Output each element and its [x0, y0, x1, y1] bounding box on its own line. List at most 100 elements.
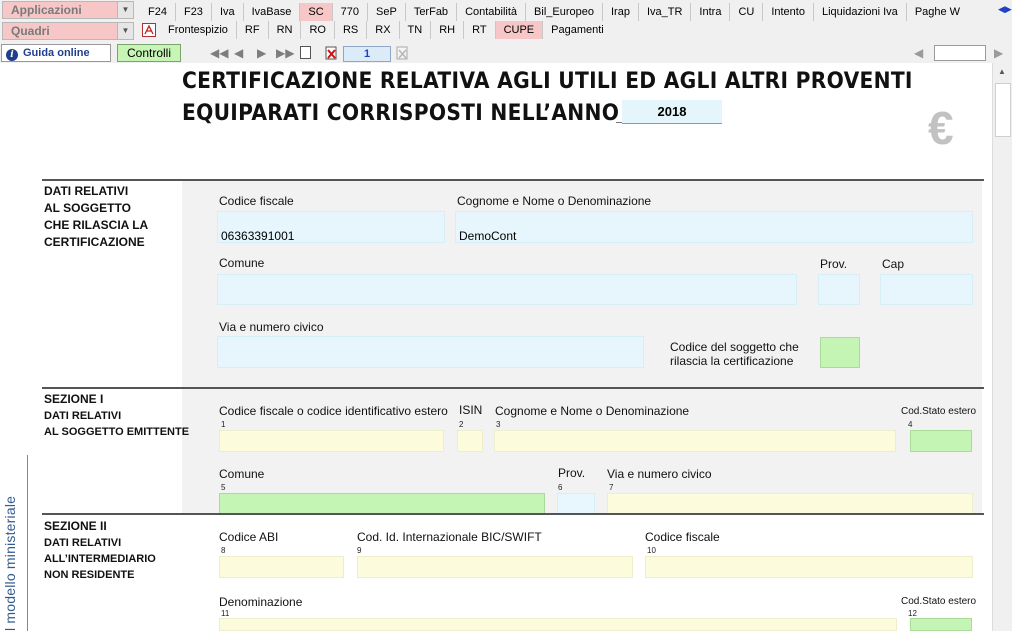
tab-770[interactable]: 770 — [333, 3, 369, 21]
sez2-cf-field[interactable] — [645, 556, 973, 578]
field-number: 10 — [647, 546, 656, 555]
tab-tn[interactable]: TN — [400, 21, 432, 39]
sezione2-title: SEZIONE II — [44, 519, 107, 533]
first-page-icon[interactable]: ◀◀ — [210, 46, 228, 60]
tab-irap[interactable]: Irap — [603, 3, 639, 21]
cognome-field[interactable]: DemoCont — [455, 211, 973, 243]
tab-f23[interactable]: F23 — [176, 3, 212, 21]
sez1-cod-stato-field[interactable] — [910, 430, 972, 452]
tab-liquidazioni-iva[interactable]: Liquidazioni Iva — [814, 3, 907, 21]
tab-rx[interactable]: RX — [367, 21, 400, 39]
soggetto-section-label: DATI RELATIVI AL SOGGETTO CHE RILASCIA L… — [44, 183, 148, 251]
tab-sep[interactable]: SeP — [368, 3, 406, 21]
codice-fiscale-field[interactable]: 06363391001 — [217, 211, 445, 243]
tab-intra[interactable]: Intra — [691, 3, 731, 21]
tab-rf[interactable]: RF — [237, 21, 269, 39]
comune-field[interactable] — [217, 274, 797, 305]
scroll-right-icon[interactable]: ▶ — [994, 46, 1003, 60]
field-number: 5 — [221, 483, 226, 492]
codice-soggetto-label-2: rilascia la certificazione — [670, 354, 794, 368]
previous-page-icon[interactable]: ◀ — [234, 46, 243, 60]
controlli-button[interactable]: Controlli — [117, 44, 181, 62]
via-field[interactable] — [217, 336, 644, 368]
page-number-field[interactable]: 1 — [343, 46, 391, 62]
sez2-cod-stato-field[interactable] — [910, 618, 972, 631]
sez1-prov-field[interactable] — [557, 493, 595, 514]
prov-label: Prov. — [820, 257, 848, 271]
tab-contabilita[interactable]: Contabilità — [457, 3, 527, 21]
denominazione-label: Denominazione — [219, 595, 303, 609]
tab-paghe[interactable]: Paghe W — [907, 3, 968, 21]
scroll-up-icon[interactable]: ▲ — [998, 67, 1006, 76]
tab-rt[interactable]: RT — [464, 21, 496, 39]
field-number: 4 — [908, 420, 913, 429]
soggetto-label-line: DATI RELATIVI — [44, 184, 129, 198]
title-line-1: CERTIFICAZIONE RELATIVA AGLI UTILI ED AG… — [182, 69, 913, 94]
pdf-icon[interactable] — [142, 23, 156, 37]
tab-intento[interactable]: Intento — [763, 3, 814, 21]
abi-field[interactable] — [219, 556, 344, 578]
quadri-select[interactable]: Quadri ▼ — [2, 22, 134, 40]
tab-bil-europeo[interactable]: Bil_Europeo — [526, 3, 603, 21]
tab-sc[interactable]: SC — [300, 3, 333, 21]
denominazione-field[interactable] — [219, 618, 897, 631]
tab-f24[interactable]: F24 — [140, 3, 176, 21]
tab-frontespizio[interactable]: Frontespizio — [160, 21, 237, 39]
bic-label: Cod. Id. Internazionale BIC/SWIFT — [357, 530, 542, 544]
bic-field[interactable] — [357, 556, 633, 578]
year-field[interactable]: 2018 — [622, 100, 722, 124]
sez1-cf-field[interactable] — [219, 430, 444, 452]
scroll-left-icon[interactable]: ◀ — [914, 46, 923, 60]
tab-ro[interactable]: RO — [301, 21, 335, 39]
soggetto-label-line: AL SOGGETTO — [44, 201, 131, 215]
field-number: 9 — [357, 546, 362, 555]
codice-soggetto-field[interactable] — [820, 337, 860, 368]
vertical-scrollbar[interactable]: ▲ — [992, 63, 1012, 631]
chevron-down-icon[interactable]: ▼ — [117, 23, 133, 39]
tab-iva-tr[interactable]: Iva_TR — [639, 3, 692, 21]
euro-icon: € — [928, 102, 954, 154]
tab-iva[interactable]: Iva — [212, 3, 244, 21]
field-number: 12 — [908, 609, 917, 618]
guida-online-label: Guida online — [23, 47, 90, 59]
sez1-cognome-field[interactable] — [494, 430, 896, 452]
goto-field[interactable] — [934, 45, 986, 61]
tab-rs[interactable]: RS — [335, 21, 368, 39]
field-number: 7 — [609, 483, 614, 492]
disabled-delete-icon — [396, 46, 409, 60]
guida-online-button[interactable]: i Guida online — [1, 44, 111, 62]
sez1-cf-label: Codice fiscale o codice identificativo e… — [219, 404, 448, 418]
applicazioni-label: Applicazioni — [11, 3, 82, 17]
sezione1-sub: DATI RELATIVI — [44, 410, 122, 422]
delete-page-icon[interactable] — [325, 46, 338, 60]
app-tabs: F24 F23 Iva IvaBase SC 770 SeP TerFab Co… — [140, 3, 968, 21]
sezione2-label: SEZIONE II DATI RELATIVI ALL’INTERMEDIAR… — [44, 518, 156, 583]
cognome-value: DemoCont — [459, 229, 517, 243]
prov-field[interactable] — [818, 274, 860, 305]
tab-scroll-arrows-icon[interactable]: ◀▶ — [998, 2, 1012, 16]
tab-terfab[interactable]: TerFab — [406, 3, 458, 21]
last-page-icon[interactable]: ▶▶ — [276, 46, 294, 60]
sez1-via-field[interactable] — [607, 493, 973, 514]
field-number: 8 — [221, 546, 226, 555]
tab-ivabase[interactable]: IvaBase — [244, 3, 301, 21]
sezione2-sub: NON RESIDENTE — [44, 569, 135, 581]
isin-field[interactable] — [457, 430, 483, 452]
sez2-cod-stato-label: Cod.Stato estero — [901, 596, 977, 607]
tab-cu[interactable]: CU — [730, 3, 764, 21]
tab-pagamenti[interactable]: Pagamenti — [543, 21, 612, 39]
tab-cupe[interactable]: CUPE — [495, 21, 544, 39]
tab-rh[interactable]: RH — [431, 21, 465, 39]
scrollbar-thumb[interactable] — [995, 83, 1011, 137]
abi-label: Codice ABI — [219, 530, 279, 544]
new-page-icon[interactable] — [300, 46, 311, 59]
applicazioni-select[interactable]: Applicazioni ▼ — [2, 1, 134, 19]
tab-rn[interactable]: RN — [269, 21, 302, 39]
sez1-comune-field[interactable] — [219, 493, 545, 514]
next-page-icon[interactable]: ▶ — [257, 46, 266, 60]
chevron-down-icon[interactable]: ▼ — [117, 2, 133, 18]
side-divider — [27, 455, 28, 631]
cap-field[interactable] — [880, 274, 973, 305]
sezione2-sub: DATI RELATIVI — [44, 537, 122, 549]
sez1-prov-label: Prov. — [558, 466, 586, 480]
